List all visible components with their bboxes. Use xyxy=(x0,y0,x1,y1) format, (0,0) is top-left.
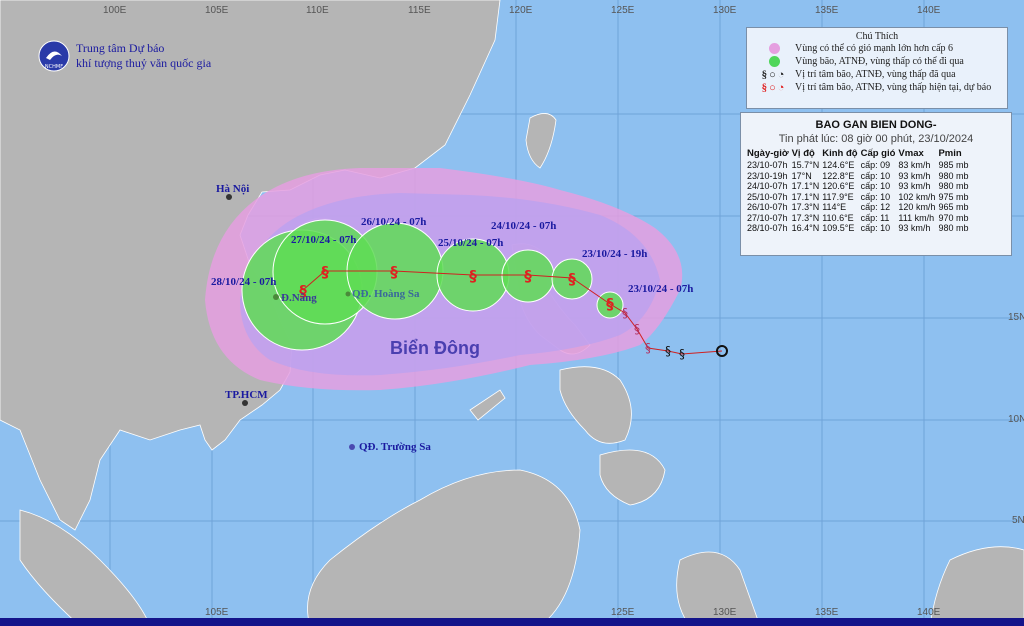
place-hanoi: Hà Nội xyxy=(216,183,250,195)
legend-item: §○◔ Vị trí tâm bão, ATNĐ, vùng thấp hiện… xyxy=(753,81,1007,94)
legend-box: Chú Thích Vùng có thể có gió mạnh lớn hơ… xyxy=(746,27,1008,109)
forecast-date-label: 23/10/24 - 07h xyxy=(628,283,694,295)
lon-label: 135E xyxy=(815,607,839,618)
table-row: 25/10-07h 17.1°N 117.9°E cấp: 10 102 km/h 975… xyxy=(747,191,969,202)
lon-label: 130E xyxy=(713,607,737,618)
forecast-date-label: 25/10/24 - 07h xyxy=(438,237,504,249)
lon-label: 100E xyxy=(103,5,127,16)
forecast-table: Ngày-giờ Vị độ Kinh độ Cấp gió Vmax Pmin… xyxy=(747,148,971,234)
nchmf-logo-icon: NCHMF xyxy=(38,40,70,72)
bulletin-title: BAO GAN BIEN DONG- xyxy=(815,119,937,131)
lat-label: 10N xyxy=(1008,414,1024,425)
organization-header: NCHMF Trung tâm Dự báo khí tượng thuỷ vă… xyxy=(38,40,211,72)
svg-text:§: § xyxy=(524,267,532,285)
legend-item: Vùng có thể có gió mạnh lớn hơn cấp 6 xyxy=(753,42,1007,55)
col-header: Vị độ xyxy=(791,148,815,159)
svg-text:§: § xyxy=(469,267,477,285)
legend-title: Chú Thích xyxy=(855,31,899,42)
lon-label: 130E xyxy=(713,5,737,16)
table-row: 28/10-07h 16.4°N 109.5°E cấp: 10 93 km/h 980 … xyxy=(747,223,969,233)
svg-text:§: § xyxy=(645,341,651,355)
lon-label: 110E xyxy=(306,5,329,16)
col-header: Kinh độ xyxy=(822,148,858,159)
pink-zone-icon xyxy=(768,43,780,54)
col-header: Vmax xyxy=(898,148,924,159)
svg-text:§: § xyxy=(606,295,614,313)
sea-name: Biển Đông xyxy=(390,338,480,358)
place-truongsa: QĐ. Trường Sa xyxy=(359,441,431,453)
svg-text:§: § xyxy=(390,263,398,281)
col-header: Ngày-giờ xyxy=(747,148,789,159)
lat-label: 5N xyxy=(1012,515,1024,526)
lon-label: 105E xyxy=(205,5,229,16)
table-row: 27/10-07h 17.3°N 110.6°E cấp: 11 111 km/h 970… xyxy=(747,212,969,223)
org-name-line1: Trung tâm Dự báo xyxy=(76,41,165,55)
green-zone-icon xyxy=(768,56,780,67)
place-hcm: TP.HCM xyxy=(225,389,268,401)
lon-label: 125E xyxy=(611,607,635,618)
col-header: Pmin xyxy=(938,148,962,159)
legend-item: Vùng bão, ATNĐ, vùng thấp có thể đi qua xyxy=(753,55,1007,68)
lon-label: 140E xyxy=(917,5,941,16)
legend-item: §○◔ Vị trí tâm bão, ATNĐ, vùng thấp đã q… xyxy=(753,68,1007,81)
forecast-date-label: 26/10/24 - 07h xyxy=(361,216,427,228)
lon-label: 135E xyxy=(815,5,839,16)
bulletin-issued: Tin phát lúc: 08 giờ 00 phút, 23/10/2024 xyxy=(778,133,974,145)
lon-label: 115E xyxy=(408,5,431,16)
svg-text:§: § xyxy=(622,306,628,320)
svg-text:NCHMF: NCHMF xyxy=(45,64,63,70)
bottom-bar xyxy=(0,618,1024,626)
svg-text:§: § xyxy=(634,322,640,336)
svg-text:§: § xyxy=(321,263,329,281)
forecast-date-label: 24/10/24 - 07h xyxy=(491,220,557,232)
lat-label: 15N xyxy=(1008,312,1024,323)
lon-label: 105E xyxy=(205,607,229,618)
table-row: 23/10-07h 15.7°N 124.6°E cấp: 09 83 km/h 985 … xyxy=(747,160,969,170)
svg-text:§: § xyxy=(568,270,576,288)
place-hoangsa: QĐ. Hoàng Sa xyxy=(352,288,420,300)
lon-label: 120E xyxy=(509,5,533,16)
table-row: 26/10-07h 17.3°N 114°E cấp: 12 120 km/h 965 m… xyxy=(747,202,969,212)
svg-text:§: § xyxy=(665,344,671,358)
lon-label: 140E xyxy=(917,607,941,618)
lon-label: 125E xyxy=(611,5,635,16)
forecast-date-label: 28/10/24 - 07h xyxy=(211,276,277,288)
table-row: 24/10-07h 17.1°N 120.6°E cấp: 10 93 km/h 980 … xyxy=(747,181,969,191)
past-storm-icons: §○◔ xyxy=(761,68,787,81)
bulletin-box: BAO GAN BIEN DONG- Tin phát lúc: 08 giờ … xyxy=(740,112,1012,256)
current-storm-icons: §○◔ xyxy=(761,81,787,94)
place-danang: Đ.Nẵng xyxy=(281,292,317,304)
col-header: Cấp gió xyxy=(860,148,896,159)
forecast-date-label: 23/10/24 - 19h xyxy=(582,248,648,260)
table-row: 23/10-19h 17°N 122.8°E cấp: 10 93 km/h 980 mb xyxy=(747,170,969,181)
org-name-line2: khí tượng thuỷ văn quốc gia xyxy=(76,56,212,70)
svg-text:§: § xyxy=(679,347,685,361)
forecast-date-label: 27/10/24 - 07h xyxy=(291,234,357,246)
